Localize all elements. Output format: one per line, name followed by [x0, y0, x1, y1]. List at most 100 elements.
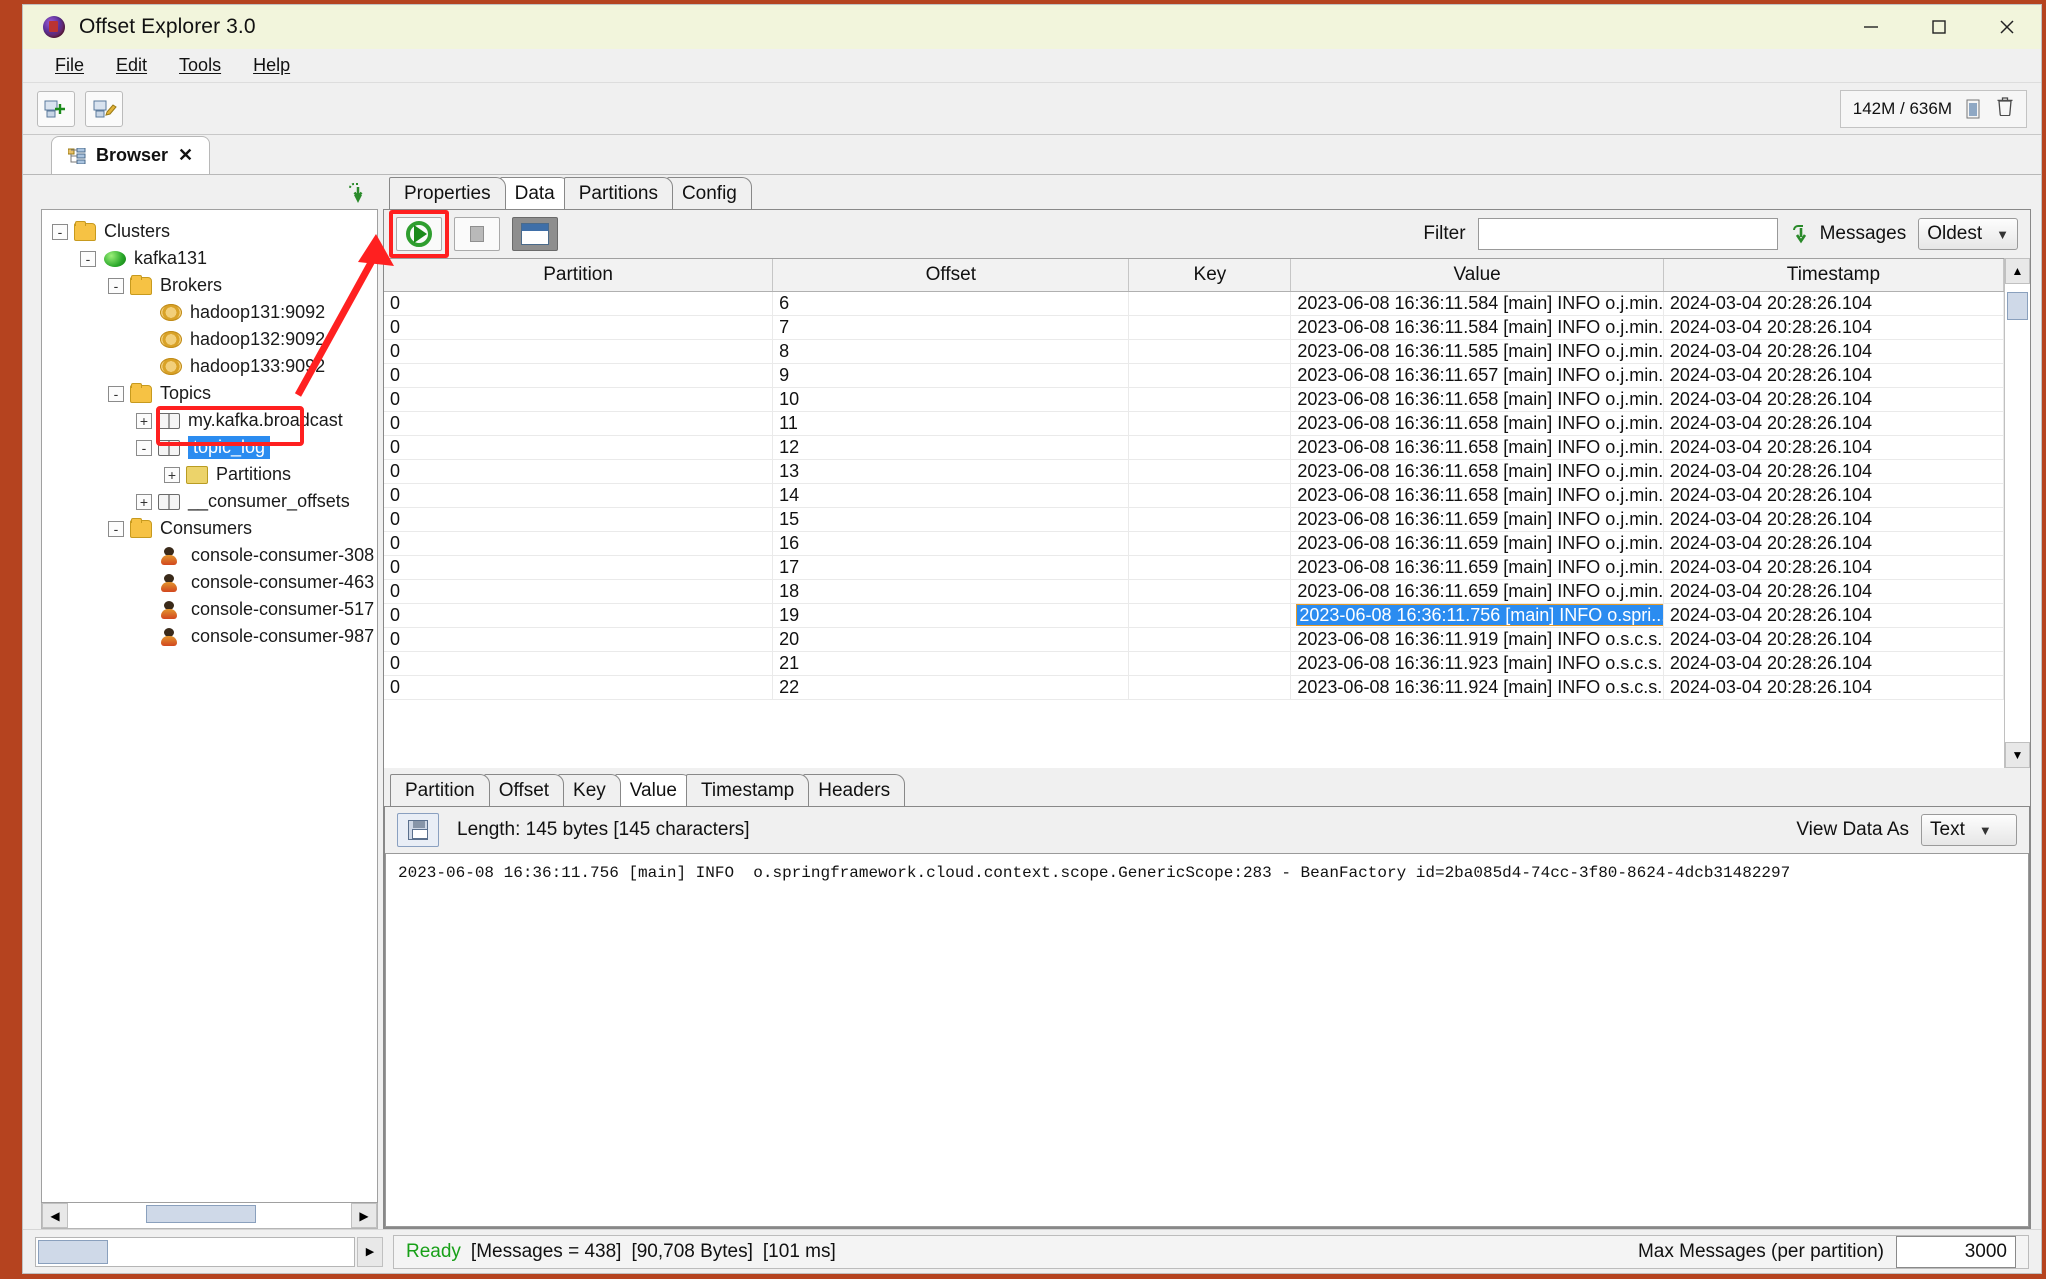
- tree-node--consumer-offsets[interactable]: +__consumer_offsets: [42, 488, 377, 515]
- add-cluster-icon[interactable]: [37, 91, 75, 127]
- table-row[interactable]: 0152023-06-08 16:36:11.659 [main] INFO o…: [384, 507, 2004, 531]
- tab-partitions[interactable]: Partitions: [564, 177, 673, 209]
- tree-node-partitions[interactable]: +Partitions: [42, 461, 377, 488]
- tree-horizontal-scrollbar[interactable]: ◀ ▶: [41, 1203, 378, 1229]
- tree-node-console-consumer-517[interactable]: console-consumer-517: [42, 596, 377, 623]
- view-data-as-select[interactable]: Text ▼: [1921, 814, 2017, 846]
- menu-tools[interactable]: Tools: [165, 51, 235, 80]
- tree-node-topics[interactable]: -Topics: [42, 380, 377, 407]
- table-row[interactable]: 0182023-06-08 16:36:11.659 [main] INFO o…: [384, 579, 2004, 603]
- collapse-icon[interactable]: -: [80, 251, 96, 267]
- collapse-icon[interactable]: -: [108, 386, 124, 402]
- tree-scroll-area[interactable]: -Clusters-kafka131-Brokershadoop131:9092…: [41, 209, 378, 1203]
- column-header-key[interactable]: Key: [1129, 259, 1291, 291]
- table-row[interactable]: 0122023-06-08 16:36:11.658 [main] INFO o…: [384, 435, 2004, 459]
- collapse-icon[interactable]: -: [108, 521, 124, 537]
- detail-tab-headers[interactable]: Headers: [803, 774, 905, 806]
- vscroll-track[interactable]: [2005, 284, 2030, 742]
- scroll-thumb[interactable]: [146, 1205, 256, 1223]
- cell-value-highlight: 2023-06-08 16:36:11.756 [main] INFO o.sp…: [1297, 605, 1663, 625]
- max-messages-input[interactable]: [1896, 1236, 2016, 1268]
- tab-config[interactable]: Config: [667, 177, 752, 209]
- tree-node-kafka131[interactable]: -kafka131: [42, 245, 377, 272]
- expand-icon[interactable]: +: [136, 494, 152, 510]
- messages-table-area[interactable]: PartitionOffsetKeyValueTimestamp 062023-…: [384, 258, 2004, 768]
- minimize-button[interactable]: [1837, 5, 1905, 49]
- save-floppy-icon[interactable]: [397, 813, 439, 847]
- table-row[interactable]: 0162023-06-08 16:36:11.659 [main] INFO o…: [384, 531, 2004, 555]
- table-row[interactable]: 0132023-06-08 16:36:11.658 [main] INFO o…: [384, 459, 2004, 483]
- detail-tab-value[interactable]: Value: [615, 774, 692, 806]
- tree-node-hadoop132-9092[interactable]: hadoop132:9092: [42, 326, 377, 353]
- column-header-partition[interactable]: Partition: [384, 259, 773, 291]
- table-row[interactable]: 0172023-06-08 16:36:11.659 [main] INFO o…: [384, 555, 2004, 579]
- table-row[interactable]: 0192023-06-08 16:36:11.756 [main] INFO o…: [384, 603, 2004, 627]
- table-row[interactable]: 0222023-06-08 16:36:11.924 [main] INFO o…: [384, 675, 2004, 699]
- table-row[interactable]: 082023-06-08 16:36:11.585 [main] INFO o.…: [384, 339, 2004, 363]
- table-row[interactable]: 0142023-06-08 16:36:11.658 [main] INFO o…: [384, 483, 2004, 507]
- stop-button-icon[interactable]: [454, 217, 500, 251]
- tree-node-console-consumer-463[interactable]: console-consumer-463: [42, 569, 377, 596]
- status-scroll-thumb[interactable]: [38, 1240, 108, 1264]
- expand-icon[interactable]: +: [164, 467, 180, 483]
- table-row[interactable]: 0112023-06-08 16:36:11.658 [main] INFO o…: [384, 411, 2004, 435]
- menu-file[interactable]: File: [41, 51, 98, 80]
- table-row[interactable]: 092023-06-08 16:36:11.657 [main] INFO o.…: [384, 363, 2004, 387]
- cell-value: 2023-06-08 16:36:11.584 [main] INFO o.j.…: [1291, 291, 1663, 315]
- detail-tab-offset[interactable]: Offset: [484, 774, 564, 806]
- menu-edit[interactable]: Edit: [102, 51, 161, 80]
- stop-glyph: [470, 226, 484, 242]
- collapse-icon[interactable]: -: [108, 278, 124, 294]
- vscroll-thumb[interactable]: [2007, 292, 2028, 320]
- scroll-left-arrow[interactable]: ◀: [42, 1203, 68, 1228]
- column-header-timestamp[interactable]: Timestamp: [1663, 259, 2003, 291]
- table-row[interactable]: 062023-06-08 16:36:11.584 [main] INFO o.…: [384, 291, 2004, 315]
- browser-tab[interactable]: Browser ✕: [51, 136, 210, 174]
- menu-help[interactable]: Help: [239, 51, 304, 80]
- browser-tab-close-icon[interactable]: ✕: [178, 145, 193, 166]
- table-row[interactable]: 0202023-06-08 16:36:11.919 [main] INFO o…: [384, 627, 2004, 651]
- table-window-icon[interactable]: [512, 217, 558, 251]
- green-down-arrow-icon[interactable]: [1790, 224, 1808, 244]
- expand-icon[interactable]: +: [136, 413, 152, 429]
- filter-input[interactable]: [1478, 218, 1778, 250]
- close-button[interactable]: [1973, 5, 2041, 49]
- status-scroll-right-arrow[interactable]: ▶: [357, 1237, 383, 1267]
- table-row[interactable]: 0212023-06-08 16:36:11.923 [main] INFO o…: [384, 651, 2004, 675]
- tree-node-console-consumer-308[interactable]: console-consumer-308: [42, 542, 377, 569]
- tree-node-consumers[interactable]: -Consumers: [42, 515, 377, 542]
- scroll-right-arrow[interactable]: ▶: [351, 1203, 377, 1228]
- status-scroll-track[interactable]: [35, 1237, 355, 1267]
- trash-icon[interactable]: [1996, 96, 2014, 121]
- status-left-scroll[interactable]: ▶: [35, 1237, 383, 1267]
- collapse-icon[interactable]: -: [136, 440, 152, 456]
- detail-tab-timestamp[interactable]: Timestamp: [686, 774, 809, 806]
- tree-node-console-consumer-987[interactable]: console-consumer-987: [42, 623, 377, 650]
- tree-node-hadoop131-9092[interactable]: hadoop131:9092: [42, 299, 377, 326]
- messages-order-select[interactable]: Oldest ▼: [1918, 218, 2018, 250]
- edit-cluster-icon[interactable]: [85, 91, 123, 127]
- detail-tab-key[interactable]: Key: [558, 774, 621, 806]
- play-button-icon[interactable]: [396, 217, 442, 251]
- table-row[interactable]: 0102023-06-08 16:36:11.658 [main] INFO o…: [384, 387, 2004, 411]
- column-header-value[interactable]: Value: [1291, 259, 1663, 291]
- maximize-button[interactable]: [1905, 5, 1973, 49]
- tree-node-brokers[interactable]: -Brokers: [42, 272, 377, 299]
- scroll-track[interactable]: [68, 1203, 351, 1228]
- tree-node-my-kafka-broadcast[interactable]: +my.kafka.broadcast: [42, 407, 377, 434]
- scroll-up-arrow[interactable]: ▲: [2005, 258, 2030, 284]
- tree-node-topic-log[interactable]: -topic_log: [42, 434, 377, 461]
- value-content-text[interactable]: 2023-06-08 16:36:11.756 [main] INFO o.sp…: [385, 853, 2029, 1227]
- table-row[interactable]: 072023-06-08 16:36:11.584 [main] INFO o.…: [384, 315, 2004, 339]
- tree-node-hadoop133-9092[interactable]: hadoop133:9092: [42, 353, 377, 380]
- tab-data[interactable]: Data: [500, 177, 570, 209]
- tab-properties[interactable]: Properties: [389, 177, 506, 209]
- tree-node-clusters[interactable]: -Clusters: [42, 218, 377, 245]
- grid-vertical-scrollbar[interactable]: ▲ ▼: [2004, 258, 2030, 768]
- column-header-offset[interactable]: Offset: [773, 259, 1129, 291]
- scroll-down-arrow[interactable]: ▼: [2005, 742, 2030, 768]
- memory-indicator[interactable]: 142M / 636M: [1840, 90, 2027, 128]
- collapse-icon[interactable]: -: [52, 224, 68, 240]
- sync-down-icon[interactable]: [346, 181, 368, 208]
- detail-tab-partition[interactable]: Partition: [390, 774, 490, 806]
